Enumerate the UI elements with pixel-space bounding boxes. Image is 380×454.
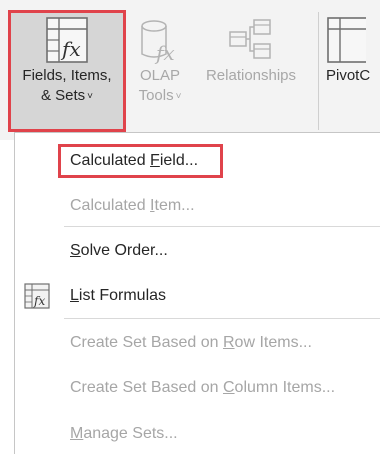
svg-text:fx: fx xyxy=(60,37,81,61)
relationships-button[interactable]: Relationships xyxy=(192,10,310,132)
menu-item-text: Create Set Based on xyxy=(70,379,223,396)
olap-tools-line1: OLAP xyxy=(139,67,181,84)
menu-separator xyxy=(64,226,380,227)
list-formulas-icon: fx xyxy=(24,283,50,314)
menu-item-accelerator: F xyxy=(150,152,160,169)
menu-separator xyxy=(64,318,380,319)
olap-tools-line2-wrap: Tools ˅ xyxy=(139,86,182,107)
fields-items-sets-label: Fields, Items, & Sets ˅ xyxy=(22,66,111,107)
menu-item-calculated-field[interactable]: Calculated Field... xyxy=(70,149,198,173)
fields-items-sets-icon: fx xyxy=(45,10,89,64)
svg-text:fx: fx xyxy=(154,41,175,64)
svg-text:fx: fx xyxy=(33,294,45,308)
menu-item-list-formulas[interactable]: List Formulas xyxy=(70,284,166,308)
menu-item-create-set-column-items[interactable]: Create Set Based on Column Items... xyxy=(70,376,335,400)
relationships-label-wrap: Relationships xyxy=(206,66,296,86)
fields-items-sets-line2-wrap: & Sets ˅ xyxy=(22,86,111,107)
menu-item-calculated-item[interactable]: Calculated Item... xyxy=(70,194,195,218)
fields-items-sets-line1: Fields, Items, xyxy=(22,67,112,84)
menu-item-text: tem... xyxy=(154,197,195,214)
menu-item-accelerator: L xyxy=(70,287,79,304)
menu-item-solve-order[interactable]: Solve Order... xyxy=(70,239,168,263)
menu-item-accelerator: S xyxy=(70,242,81,259)
menu-item-text: Create Set Based on xyxy=(70,334,223,351)
chevron-down-icon: ˅ xyxy=(87,91,94,102)
menu-item-text: ow Items... xyxy=(234,334,312,351)
olap-tools-icon: fx xyxy=(138,10,182,64)
chevron-down-icon: ˅ xyxy=(175,91,182,102)
olap-tools-line2: Tools xyxy=(138,87,174,104)
pivotchart-label: PivotC xyxy=(326,67,371,84)
pivotchart-button[interactable]: PivotC xyxy=(322,10,380,132)
menu-item-text: olve Order... xyxy=(80,242,168,259)
olap-tools-label: OLAP Tools ˅ xyxy=(139,66,182,107)
menu-item-text: Calculated xyxy=(70,152,151,169)
fields-items-sets-button[interactable]: fx Fields, Items, & Sets ˅ xyxy=(8,10,126,132)
menu-item-accelerator: R xyxy=(222,334,235,351)
menu-item-text: ist Formulas xyxy=(78,287,167,304)
fields-items-sets-line2: & Sets xyxy=(40,87,86,104)
menu-item-text: Calculated xyxy=(70,197,151,214)
menu-item-accelerator: M xyxy=(70,425,84,442)
menu-item-accelerator: C xyxy=(222,379,235,396)
menu-item-text: ield... xyxy=(159,152,199,169)
menu-item-create-set-row-items[interactable]: Create Set Based on Row Items... xyxy=(70,331,312,355)
relationships-label: Relationships xyxy=(205,67,297,84)
menu-item-manage-sets[interactable]: Manage Sets... xyxy=(70,422,178,446)
relationships-icon xyxy=(228,10,274,64)
olap-tools-button[interactable]: fx OLAP Tools ˅ xyxy=(130,10,190,132)
ribbon-group: fx Fields, Items, & Sets ˅ fx OLAP Tools ˅ xyxy=(0,0,380,140)
menu-item-text: anage Sets... xyxy=(83,425,178,442)
pivotchart-icon xyxy=(322,10,366,64)
fields-items-sets-dropdown-menu xyxy=(14,132,380,454)
ribbon-divider xyxy=(318,12,319,130)
menu-item-text: olumn Items... xyxy=(234,379,336,396)
